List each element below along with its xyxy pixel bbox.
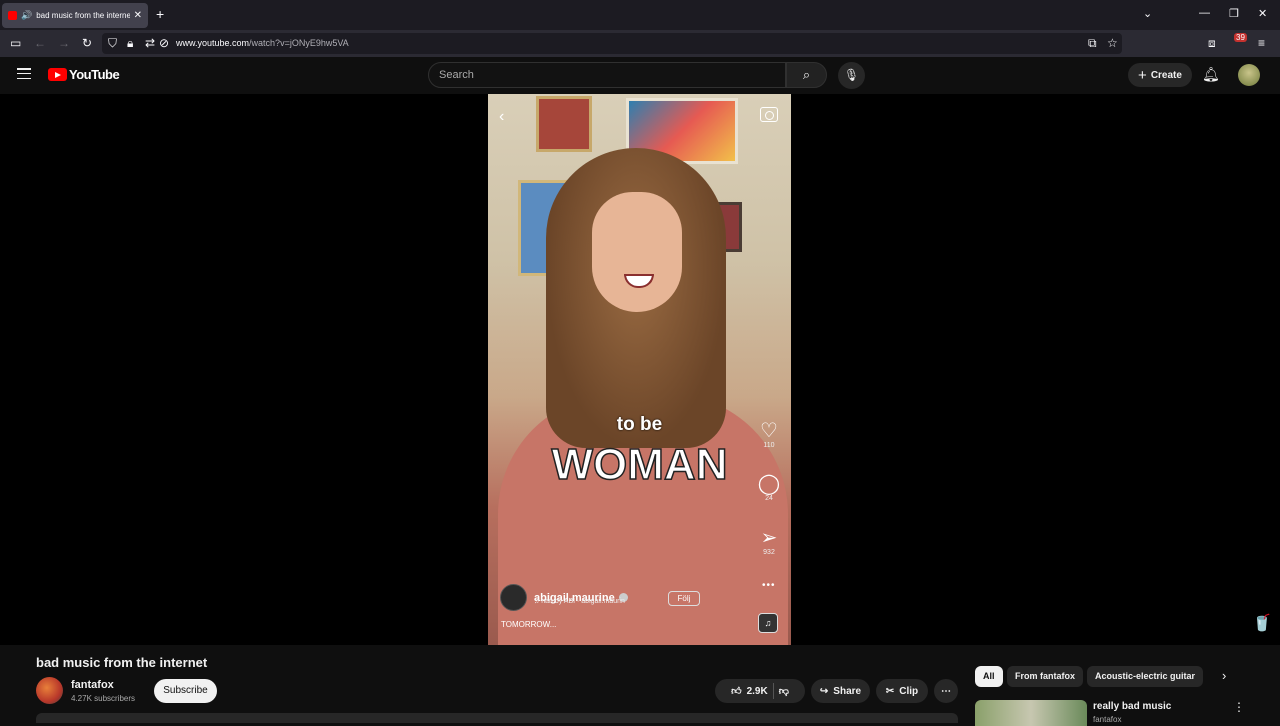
drink-emoji-icon: 🥤 — [1252, 615, 1272, 632]
notifications-bell-icon[interactable]: 🔔︎ — [1202, 66, 1220, 83]
more-vertical-icon[interactable]: ⋮ — [1233, 700, 1245, 714]
chip-all[interactable]: All — [975, 666, 1003, 687]
channel-name[interactable]: fantafox — [71, 679, 114, 691]
share-arrow-icon: ↪ — [819, 685, 829, 697]
extensions-icon[interactable]: ⧈ — [1208, 36, 1216, 51]
like-count-label[interactable]: 2.9K — [747, 686, 768, 697]
video-caption-big: WOMAN — [551, 439, 728, 490]
ig-song-title: TOMORROW... — [501, 620, 557, 629]
ig-follow-button: Följ — [668, 591, 700, 606]
share-count: 932 — [763, 549, 775, 556]
youtube-logo[interactable]: YouTube — [48, 67, 120, 82]
like-dislike-group: 👍︎ 2.9K 👎︎ — [715, 679, 805, 703]
search-icon[interactable]: ⌕ — [786, 62, 827, 88]
browser-tab-bar: 🔊 bad music from the internet ✕ + ⌄ — ❐ … — [0, 0, 1280, 30]
account-avatar[interactable] — [1238, 64, 1260, 86]
camera-icon — [760, 107, 778, 122]
ig-avatar — [500, 584, 527, 611]
tab-title: bad music from the internet — [36, 11, 130, 20]
menu-icon[interactable]: ≡ — [1258, 36, 1265, 50]
description-box[interactable] — [36, 713, 958, 723]
music-note-icon: ♫ — [758, 613, 778, 633]
url-text[interactable]: www.youtube.com/watch?v=jONyE9hw5VA — [176, 38, 349, 48]
comment-bubble-icon: ◯ — [757, 473, 781, 495]
shield-icon[interactable]: ⛉ — [108, 36, 117, 51]
reload-icon[interactable]: ↻ — [82, 36, 92, 50]
sidebar-toggle-icon[interactable]: ▭ — [10, 36, 21, 50]
speaker-icon[interactable]: 🔊 — [21, 10, 32, 21]
video-frame[interactable] — [488, 94, 791, 645]
lock-icon[interactable]: 🔒︎ — [127, 36, 133, 51]
tab-list-chevron-icon[interactable]: ⌄ — [1143, 7, 1152, 20]
youtube-wordmark: YouTube — [69, 67, 120, 82]
url-path: /watch?v=jONyE9hw5VA — [249, 38, 349, 48]
heart-icon: ♡ — [760, 420, 778, 442]
youtube-play-logo-icon — [48, 68, 67, 81]
ig-comment: ◯ 24 — [757, 473, 781, 502]
create-label: Create — [1150, 69, 1182, 81]
autoplay-blocked-icon[interactable]: ⊘ — [159, 36, 169, 50]
youtube-header: YouTube Search ⌕ 🎙︎ + Create 🔔︎ — [0, 57, 1280, 94]
like-count: 110 — [763, 442, 775, 449]
comment-count: 24 — [765, 495, 773, 502]
subscriber-count: 4.27K subscribers — [71, 694, 136, 703]
restore-icon[interactable]: ❐ — [1229, 7, 1239, 20]
ig-audio-text: nan by ABI · abigail.maurin — [541, 598, 625, 605]
subscribe-button[interactable]: Subscribe — [154, 679, 217, 703]
minimize-icon[interactable]: — — [1199, 7, 1210, 19]
wall-picture-frame — [536, 96, 592, 152]
scissors-icon: ✂ — [885, 685, 895, 697]
ig-share: ➢ 932 — [757, 527, 781, 556]
close-tab-icon[interactable]: ✕ — [134, 10, 142, 21]
plus-icon: + — [1138, 66, 1147, 84]
ig-audio-line: ♫ nan by ABI · abigail.maurin — [534, 598, 625, 605]
thumbs-up-icon[interactable]: 👍︎ — [731, 685, 741, 697]
more-actions-button[interactable]: ⋯ — [934, 679, 958, 703]
more-dots-icon: ••• — [762, 580, 776, 591]
search-input[interactable]: Search — [428, 62, 786, 88]
picture-in-picture-icon[interactable]: ⧉ — [1088, 36, 1097, 51]
share-label: Share — [833, 685, 862, 697]
forward-icon[interactable]: → — [58, 36, 70, 50]
more-horizontal-icon: ⋯ — [941, 685, 951, 697]
extension-badge[interactable]: 39 — [1234, 33, 1247, 42]
url-domain: www.youtube.com — [176, 38, 250, 48]
recommendation-thumbnail[interactable] — [975, 700, 1087, 726]
clip-button[interactable]: ✂ Clip — [876, 679, 928, 703]
chevron-right-icon[interactable]: › — [1222, 668, 1226, 683]
thumbs-down-icon[interactable]: 👎︎ — [779, 685, 789, 697]
permissions-icon[interactable]: ⇄ — [145, 36, 155, 50]
person-face — [592, 192, 682, 312]
chip-topic[interactable]: Acoustic-electric guitar — [1087, 666, 1204, 687]
share-button[interactable]: ↪ Share — [811, 679, 870, 703]
video-caption-small: to be — [616, 414, 663, 435]
browser-tab[interactable]: 🔊 bad music from the internet ✕ — [2, 3, 148, 28]
create-button[interactable]: + Create — [1128, 63, 1192, 87]
back-chevron-icon: ‹ — [499, 108, 505, 125]
video-title: bad music from the internet — [36, 655, 208, 670]
chip-from-channel[interactable]: From fantafox — [1007, 666, 1084, 687]
youtube-favicon-icon — [8, 11, 17, 20]
bookmark-star-icon[interactable]: ☆ — [1107, 36, 1118, 50]
clip-label: Clip — [899, 685, 919, 697]
guide-menu-icon[interactable] — [17, 68, 31, 79]
recommendation-title[interactable]: really bad music — [1093, 701, 1171, 712]
close-window-icon[interactable]: ✕ — [1258, 7, 1267, 20]
new-tab-icon[interactable]: + — [156, 6, 164, 22]
send-icon: ➢ — [760, 527, 778, 549]
back-icon[interactable]: ← — [34, 36, 46, 50]
channel-avatar[interactable] — [36, 677, 63, 704]
ig-like: ♡ 110 — [757, 420, 781, 449]
microphone-icon[interactable]: 🎙︎ — [838, 62, 865, 89]
